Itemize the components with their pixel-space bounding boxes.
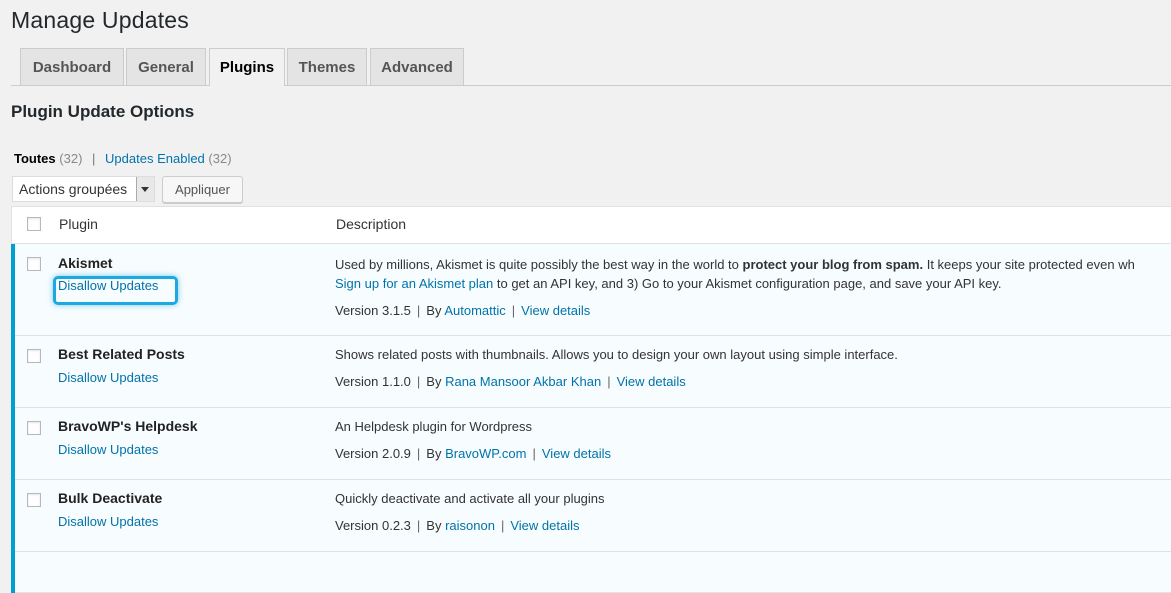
author-link[interactable]: Rana Mansoor Akbar Khan — [445, 374, 601, 389]
plugin-version: Version 0.2.3 — [335, 518, 411, 533]
desc-text-3: to get an API key, and 3) Go to your Aki… — [493, 276, 1002, 291]
plugin-name: BravoWP's Helpdesk — [58, 418, 198, 434]
desc-text: Used by millions, Akismet is quite possi… — [335, 257, 743, 272]
plugin-meta: Version 1.1.0 | By Rana Mansoor Akbar Khan… — [335, 374, 686, 389]
plugin-version: Version 2.0.9 — [335, 446, 411, 461]
desc-bold: protect your blog from spam. — [742, 257, 924, 272]
tab-dashboard[interactable]: Dashboard — [20, 48, 124, 85]
disallow-updates-link[interactable]: Disallow Updates — [58, 442, 158, 457]
plugin-description: Used by millions, Akismet is quite possi… — [335, 255, 1171, 293]
active-indicator — [11, 336, 15, 408]
active-indicator — [11, 480, 15, 552]
plugin-meta: Version 2.0.9 | By BravoWP.com | View detail… — [335, 446, 612, 461]
row-checkbox[interactable] — [27, 421, 41, 435]
plugin-name: Akismet — [58, 255, 113, 271]
by-label: By — [426, 374, 442, 389]
active-indicator — [11, 552, 15, 593]
status-filters: Toutes (32) | Updates Enabled (32) — [14, 151, 232, 166]
column-plugin[interactable]: Plugin — [59, 216, 98, 232]
by-label: By — [426, 446, 442, 461]
author-link[interactable]: Automattic — [444, 303, 505, 318]
table-row — [11, 552, 1171, 593]
bulk-actions-select[interactable]: Actions groupées — [12, 176, 155, 202]
active-indicator — [11, 244, 15, 336]
view-details-link[interactable]: View details — [510, 518, 579, 533]
table-row: Bulk Deactivate Disallow Updates Quickly… — [11, 480, 1171, 552]
plugins-table: Plugin Description Akismet Disallow Upda… — [11, 206, 1171, 593]
tab-plugins[interactable]: Plugins — [209, 48, 285, 86]
table-row: Best Related Posts Disallow Updates Show… — [11, 336, 1171, 408]
plugin-meta: Version 0.2.3 | By raisonon | View details — [335, 518, 580, 533]
plugin-description: Quickly deactivate and activate all your… — [335, 491, 605, 506]
tab-themes[interactable]: Themes — [287, 48, 367, 85]
table-header: Plugin Description — [12, 207, 1171, 244]
plugin-name: Best Related Posts — [58, 346, 185, 362]
table-row: Akismet Disallow Updates Used by million… — [11, 244, 1171, 336]
filter-all[interactable]: Toutes — [14, 151, 56, 166]
filter-separator: | — [92, 151, 96, 166]
plugin-meta: Version 3.1.5 | By Automattic | View details — [335, 303, 591, 318]
filter-enabled-count: (32) — [208, 151, 232, 166]
plugin-version: Version 3.1.5 — [335, 303, 411, 318]
filter-updates-enabled[interactable]: Updates Enabled — [105, 151, 205, 166]
filter-all-count: (32) — [59, 151, 83, 166]
active-indicator — [11, 408, 15, 480]
view-details-link[interactable]: View details — [617, 374, 686, 389]
row-checkbox[interactable] — [27, 493, 41, 507]
page-title: Manage Updates — [11, 7, 189, 33]
plugin-description: An Helpdesk plugin for Wordpress — [335, 419, 533, 434]
section-title: Plugin Update Options — [11, 102, 195, 121]
view-details-link[interactable]: View details — [521, 303, 590, 318]
desc-text-2: It keeps your site protected even wh — [923, 257, 1135, 272]
apply-button[interactable]: Appliquer — [162, 176, 243, 203]
tab-general[interactable]: General — [126, 48, 206, 85]
tab-advanced[interactable]: Advanced — [370, 48, 464, 85]
column-description: Description — [336, 216, 407, 232]
select-all-checkbox[interactable] — [27, 217, 41, 231]
dropdown-arrow-icon[interactable] — [136, 177, 154, 201]
author-link[interactable]: BravoWP.com — [445, 446, 526, 461]
plugin-name: Bulk Deactivate — [58, 490, 163, 506]
plugin-version: Version 1.1.0 — [335, 374, 411, 389]
akismet-signup-link[interactable]: Sign up for an Akismet plan — [335, 276, 493, 291]
by-label: By — [426, 303, 442, 318]
bulk-actions-value: Actions groupées — [19, 181, 128, 197]
row-checkbox[interactable] — [27, 257, 41, 271]
highlight-box — [53, 276, 178, 305]
disallow-updates-link[interactable]: Disallow Updates — [58, 514, 158, 529]
plugin-description: Shows related posts with thumbnails. All… — [335, 347, 898, 362]
disallow-updates-link[interactable]: Disallow Updates — [58, 370, 158, 385]
row-checkbox[interactable] — [27, 349, 41, 363]
author-link[interactable]: raisonon — [445, 518, 495, 533]
by-label: By — [426, 518, 442, 533]
table-row: BravoWP's Helpdesk Disallow Updates An H… — [11, 408, 1171, 480]
view-details-link[interactable]: View details — [542, 446, 611, 461]
